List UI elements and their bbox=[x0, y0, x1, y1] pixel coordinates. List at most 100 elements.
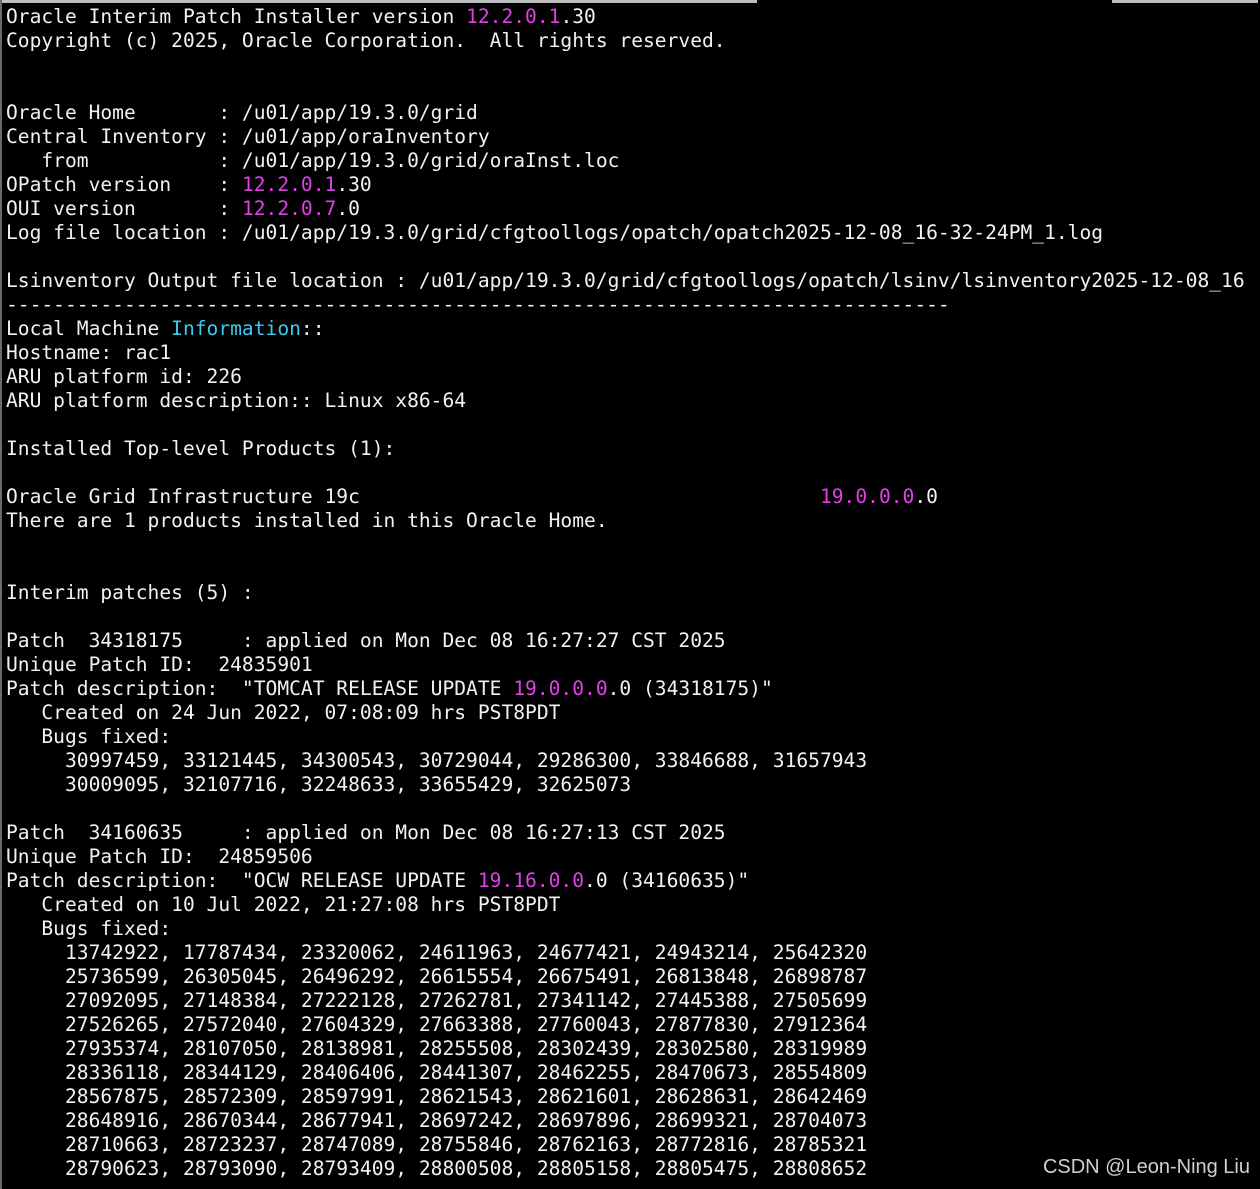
line-text: Created on 24 Jun 2022, 07:08:09 hrs PST… bbox=[6, 701, 561, 724]
terminal-line: Oracle Grid Infrastructure 19c 19.0.0.0.… bbox=[6, 485, 1258, 509]
terminal-line: 13742922, 17787434, 23320062, 24611963, … bbox=[6, 941, 1258, 965]
line-text: OUI version : bbox=[6, 197, 242, 220]
line-text: .0 (34160635)" bbox=[584, 869, 750, 892]
terminal-line: Patch 34160635 : applied on Mon Dec 08 1… bbox=[6, 821, 1258, 845]
terminal-line: 28710663, 28723237, 28747089, 28755846, … bbox=[6, 1133, 1258, 1157]
line-text: Hostname: rac1 bbox=[6, 341, 172, 364]
terminal-line: 27092095, 27148384, 27222128, 27262781, … bbox=[6, 989, 1258, 1013]
line-text: 28336118, 28344129, 28406406, 28441307, … bbox=[6, 1061, 868, 1084]
terminal-line: 27526265, 27572040, 27604329, 27663388, … bbox=[6, 1013, 1258, 1037]
terminal-line: Local Machine Information:: bbox=[6, 317, 1258, 341]
line-text: 28648916, 28670344, 28677941, 28697242, … bbox=[6, 1109, 868, 1132]
line-text: Created on 10 Jul 2022, 21:27:08 hrs PST… bbox=[6, 893, 561, 916]
terminal-line: Oracle Home : /u01/app/19.3.0/grid bbox=[6, 101, 1258, 125]
line-text: 30997459, 33121445, 34300543, 30729044, … bbox=[6, 749, 868, 772]
terminal-line: Central Inventory : /u01/app/oraInventor… bbox=[6, 125, 1258, 149]
terminal-line: Copyright (c) 2025, Oracle Corporation. … bbox=[6, 29, 1258, 53]
line-text: Interim patches (5) : bbox=[6, 581, 254, 604]
line-text: Unique Patch ID: 24835901 bbox=[6, 653, 313, 676]
line-text: 25736599, 26305045, 26496292, 26615554, … bbox=[6, 965, 868, 988]
terminal-window[interactable]: Oracle Interim Patch Installer version 1… bbox=[0, 0, 1258, 1189]
terminal-line: 27935374, 28107050, 28138981, 28255508, … bbox=[6, 1037, 1258, 1061]
terminal-line: Created on 10 Jul 2022, 21:27:08 hrs PST… bbox=[6, 893, 1258, 917]
window-top-edge bbox=[2, 0, 1258, 3]
line-text: Patch 34318175 : applied on Mon Dec 08 1… bbox=[6, 629, 726, 652]
terminal-line: Log file location : /u01/app/19.3.0/grid… bbox=[6, 221, 1258, 245]
line-text: Central Inventory : /u01/app/oraInventor… bbox=[6, 125, 490, 148]
terminal-output: Oracle Interim Patch Installer version 1… bbox=[6, 5, 1258, 1181]
watermark: CSDN @Leon-Ning Liu bbox=[1040, 1156, 1252, 1179]
terminal-line: Bugs fixed: bbox=[6, 725, 1258, 749]
line-text: 27935374, 28107050, 28138981, 28255508, … bbox=[6, 1037, 868, 1060]
highlighted-text: 19.16.0.0 bbox=[477, 869, 585, 892]
top-edge-segment bbox=[2, 0, 757, 3]
line-text: Patch description: "OCW RELEASE UPDATE bbox=[6, 869, 478, 892]
terminal-line: Interim patches (5) : bbox=[6, 581, 1258, 605]
terminal-line: Unique Patch ID: 24859506 bbox=[6, 845, 1258, 869]
line-text: 27092095, 27148384, 27222128, 27262781, … bbox=[6, 989, 868, 1012]
line-text: Oracle Grid Infrastructure 19c bbox=[6, 485, 820, 508]
line-text: 27526265, 27572040, 27604329, 27663388, … bbox=[6, 1013, 868, 1036]
terminal-line: 30997459, 33121445, 34300543, 30729044, … bbox=[6, 749, 1258, 773]
line-text: 28790623, 28793090, 28793409, 28800508, … bbox=[6, 1157, 868, 1180]
terminal-line: 25736599, 26305045, 26496292, 26615554, … bbox=[6, 965, 1258, 989]
line-text: 30009095, 32107716, 32248633, 33655429, … bbox=[6, 773, 632, 796]
terminal-line: 28336118, 28344129, 28406406, 28441307, … bbox=[6, 1061, 1258, 1085]
line-text: Copyright (c) 2025, Oracle Corporation. … bbox=[6, 29, 726, 52]
terminal-line: Hostname: rac1 bbox=[6, 341, 1258, 365]
line-text: Patch description: "TOMCAT RELEASE UPDAT… bbox=[6, 677, 514, 700]
line-text: Unique Patch ID: 24859506 bbox=[6, 845, 313, 868]
top-edge-segment bbox=[1112, 0, 1258, 3]
terminal-line: from : /u01/app/19.3.0/grid/oraInst.loc bbox=[6, 149, 1258, 173]
terminal-line: OPatch version : 12.2.0.1.30 bbox=[6, 173, 1258, 197]
line-text: from : /u01/app/19.3.0/grid/oraInst.loc bbox=[6, 149, 620, 172]
highlighted-text: 19.0.0.0 bbox=[513, 677, 608, 700]
highlighted-text: 12.2.0.1 bbox=[241, 173, 337, 196]
terminal-line: Patch 34318175 : applied on Mon Dec 08 1… bbox=[6, 629, 1258, 653]
line-text: Log file location : /u01/app/19.3.0/grid… bbox=[6, 221, 1104, 244]
line-text: Oracle Interim Patch Installer version bbox=[6, 5, 467, 28]
line-text: .30 bbox=[560, 5, 596, 28]
terminal-line: Patch description: "TOMCAT RELEASE UPDAT… bbox=[6, 677, 1258, 701]
line-text: Lsinventory Output file location : /u01/… bbox=[6, 269, 1245, 292]
line-text: 13742922, 17787434, 23320062, 24611963, … bbox=[6, 941, 868, 964]
terminal-line: Lsinventory Output file location : /u01/… bbox=[6, 269, 1258, 293]
terminal-line: 30009095, 32107716, 32248633, 33655429, … bbox=[6, 773, 1258, 797]
terminal-line: Created on 24 Jun 2022, 07:08:09 hrs PST… bbox=[6, 701, 1258, 725]
terminal-line: Bugs fixed: bbox=[6, 917, 1258, 941]
line-text: .0 bbox=[914, 485, 938, 508]
line-text: 28710663, 28723237, 28747089, 28755846, … bbox=[6, 1133, 868, 1156]
terminal-line: There are 1 products installed in this O… bbox=[6, 509, 1258, 533]
line-text: .0 bbox=[336, 197, 360, 220]
line-text: ----------------------------------------… bbox=[6, 293, 950, 316]
terminal-line: Oracle Interim Patch Installer version 1… bbox=[6, 5, 1258, 29]
line-text: ARU platform description:: Linux x86-64 bbox=[6, 389, 467, 412]
highlighted-text: 12.2.0.7 bbox=[241, 197, 337, 220]
highlighted-text: 19.0.0.0 bbox=[819, 485, 915, 508]
line-text: Bugs fixed: bbox=[6, 725, 172, 748]
line-text: OPatch version : bbox=[6, 173, 242, 196]
terminal-line: Unique Patch ID: 24835901 bbox=[6, 653, 1258, 677]
line-text: ARU platform id: 226 bbox=[6, 365, 242, 388]
highlighted-text: 12.2.0.1 bbox=[466, 5, 561, 28]
terminal-line: 28648916, 28670344, 28677941, 28697242, … bbox=[6, 1109, 1258, 1133]
line-text: .0 (34318175)" bbox=[607, 677, 773, 700]
line-text: Patch 34160635 : applied on Mon Dec 08 1… bbox=[6, 821, 726, 844]
terminal-line: OUI version : 12.2.0.7.0 bbox=[6, 197, 1258, 221]
line-text: 28567875, 28572309, 28597991, 28621543, … bbox=[6, 1085, 868, 1108]
line-text: .30 bbox=[336, 173, 372, 196]
terminal-line: ARU platform id: 226 bbox=[6, 365, 1258, 389]
line-text: Local Machine bbox=[6, 317, 172, 340]
line-text: :: bbox=[300, 317, 325, 340]
terminal-line: Patch description: "OCW RELEASE UPDATE 1… bbox=[6, 869, 1258, 893]
terminal-line: 28567875, 28572309, 28597991, 28621543, … bbox=[6, 1085, 1258, 1109]
terminal-line: ARU platform description:: Linux x86-64 bbox=[6, 389, 1258, 413]
